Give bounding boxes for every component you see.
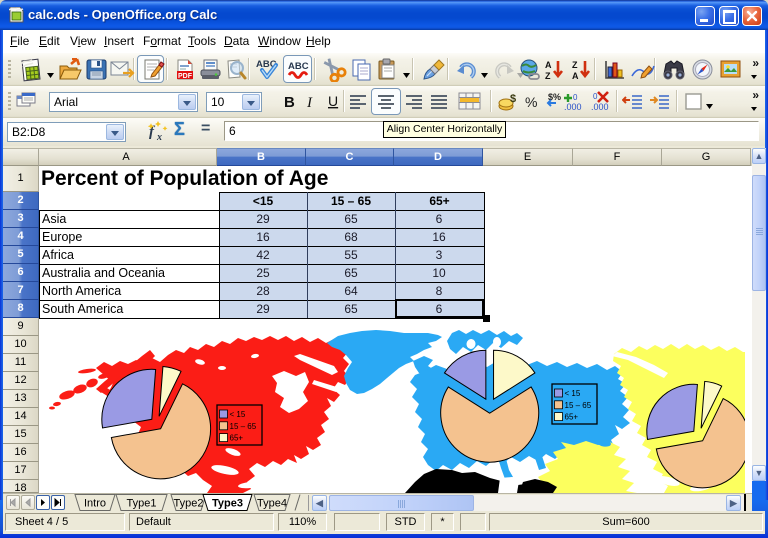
svg-text:x: x [156, 132, 162, 142]
svg-text:< 15: < 15 [565, 389, 581, 398]
svg-text:ABC: ABC [288, 61, 309, 72]
svg-text:Type3: Type3 [212, 498, 243, 510]
svg-text:PDF: PDF [178, 73, 193, 80]
svg-text:.000: .000 [564, 102, 582, 112]
svg-text:65+: 65+ [230, 434, 244, 443]
svg-text:$: $ [510, 93, 516, 105]
svg-text:Type4: Type4 [257, 498, 287, 510]
svg-text:Z: Z [545, 71, 551, 81]
svg-text:A: A [545, 60, 552, 70]
svg-text:15 – 65: 15 – 65 [565, 401, 592, 410]
svg-text:15 – 65: 15 – 65 [230, 422, 257, 431]
svg-text:Type1: Type1 [127, 498, 157, 510]
svg-text:Z: Z [572, 60, 578, 70]
svg-text:I: I [306, 95, 313, 111]
svg-text:< 15: < 15 [230, 410, 246, 419]
svg-text:0: 0 [573, 93, 578, 102]
svg-text:Intro: Intro [84, 498, 106, 510]
svg-text:%: % [525, 94, 537, 110]
svg-text:U: U [328, 93, 338, 109]
svg-text:A: A [572, 71, 579, 81]
svg-text:.000: .000 [591, 102, 609, 112]
svg-text:Type2: Type2 [174, 498, 204, 510]
svg-text:B: B [284, 94, 295, 111]
svg-text:0: 0 [593, 92, 598, 101]
svg-text:65+: 65+ [565, 413, 579, 422]
